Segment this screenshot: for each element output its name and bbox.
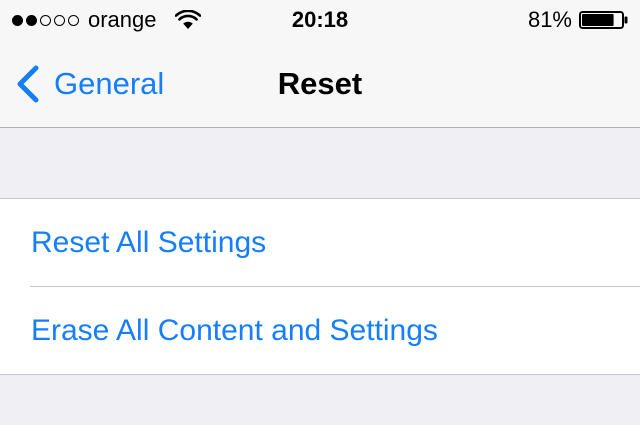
back-button-label: General <box>54 66 165 101</box>
back-button[interactable]: General <box>14 64 164 104</box>
reset-options-list: Reset All Settings Erase All Content and… <box>0 198 640 375</box>
navigation-bar: Reset General <box>0 40 640 128</box>
status-bar: orange 20:18 81% <box>0 0 640 40</box>
battery-icon <box>579 11 628 29</box>
battery-level-fill <box>582 14 614 26</box>
reset-all-settings-label: Reset All Settings <box>31 226 267 259</box>
erase-all-content-cell[interactable]: Erase All Content and Settings <box>30 286 640 374</box>
top-chrome: orange 20:18 81% Reset General <box>0 0 640 128</box>
erase-all-content-label: Erase All Content and Settings <box>31 314 438 347</box>
chevron-left-icon <box>17 65 39 103</box>
battery-percentage: 81% <box>527 7 572 32</box>
reset-all-settings-cell[interactable]: Reset All Settings <box>0 199 640 286</box>
